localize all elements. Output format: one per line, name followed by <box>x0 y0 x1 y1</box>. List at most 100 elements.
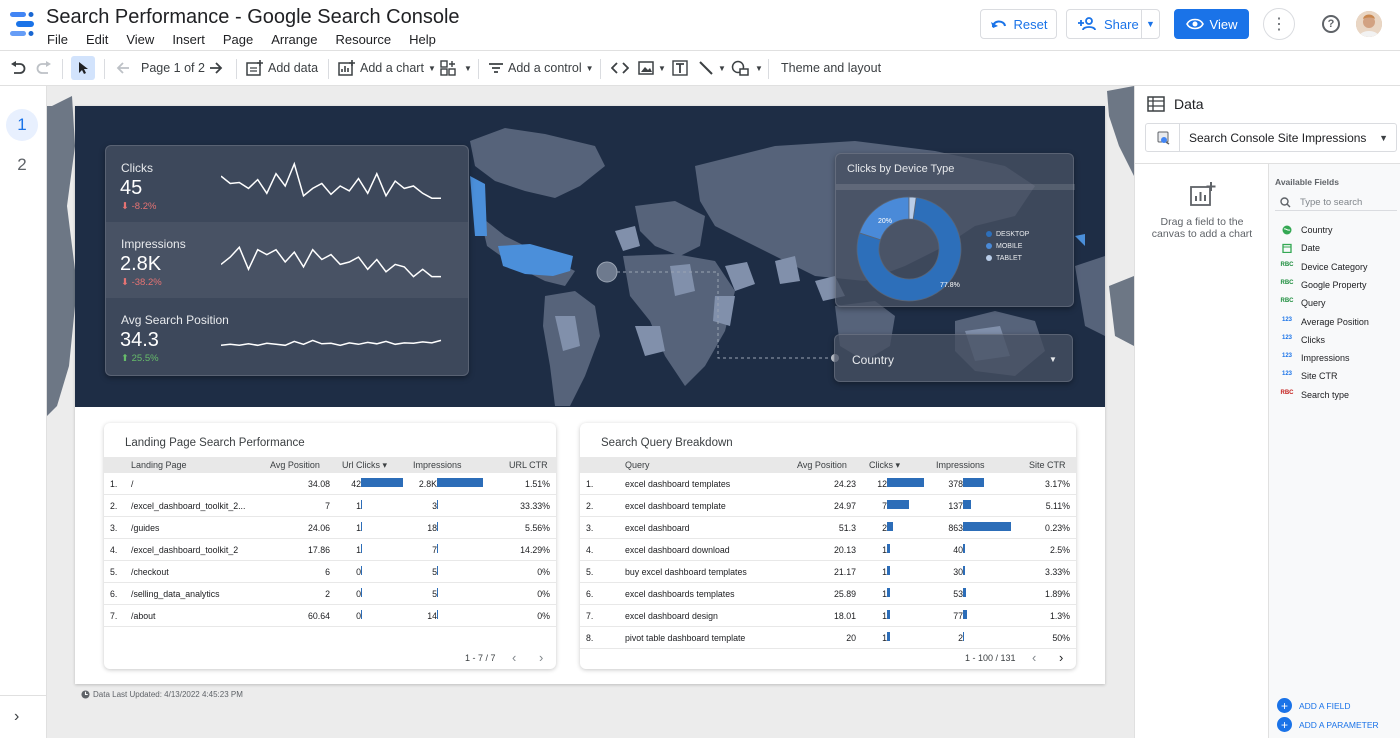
row-label: excel dashboard design <box>625 611 718 621</box>
table-row[interactable]: 3./guides 24.06 1 18 5.56% <box>104 517 556 539</box>
device-type-chart-panel[interactable]: Clicks by Device Type 77.8% 20% DESKTOP M… <box>835 153 1075 307</box>
share-dropdown-arrow-icon[interactable]: ▼ <box>1141 10 1159 38</box>
avatar[interactable] <box>1356 11 1382 37</box>
more-options-button[interactable]: ⋮ <box>1263 8 1295 40</box>
column-header[interactable]: URL CTR <box>509 460 548 470</box>
add-data-button[interactable]: Add data <box>246 51 318 85</box>
column-header[interactable]: Avg Position <box>797 460 847 470</box>
menu-edit[interactable]: Edit <box>86 32 108 47</box>
table-row[interactable]: 8. pivot table dashboard template 20 1 2 50% <box>580 627 1076 649</box>
mobile-percent-label: 20% <box>878 218 892 225</box>
impressions-bar <box>963 588 966 597</box>
next-page-icon[interactable]: › <box>539 650 543 665</box>
page-2-tab[interactable]: 2 <box>6 149 38 181</box>
impressions-bar <box>963 610 968 619</box>
table-row[interactable]: 1. excel dashboard templates 24.23 12 378 3.1… <box>580 473 1076 495</box>
kpi-scorecards-panel[interactable]: Clicks 45 ⬇ -8.2% Impressions 2.8K ⬇ -38… <box>105 145 469 376</box>
table-row[interactable]: 5. buy excel dashboard templates 21.17 1 30 3… <box>580 561 1076 583</box>
menu-view[interactable]: View <box>126 32 154 47</box>
field-item[interactable]: Date <box>1280 240 1400 256</box>
menu-resource[interactable]: Resource <box>335 32 391 47</box>
next-page-icon[interactable]: › <box>1059 650 1063 665</box>
menu-help[interactable]: Help <box>409 32 436 47</box>
field-item[interactable]: Country <box>1280 222 1400 238</box>
add-control-button[interactable]: Add a control ▼ <box>488 51 594 85</box>
field-item[interactable]: RBC Google Property <box>1280 277 1400 293</box>
column-header[interactable]: Landing Page <box>131 460 187 470</box>
menu-file[interactable]: File <box>47 32 68 47</box>
share-button[interactable]: Share ▼ <box>1066 9 1160 39</box>
embed-code-icon[interactable] <box>611 51 629 85</box>
table-row[interactable]: 3. excel dashboard 51.3 2 863 0.23% <box>580 517 1076 539</box>
ctr-cell: 1.51% <box>525 479 550 489</box>
field-item[interactable]: 123 Impressions <box>1280 350 1400 366</box>
chevron-right-icon[interactable]: › <box>14 708 19 726</box>
field-item[interactable]: RBC Device Category <box>1280 259 1400 275</box>
column-header[interactable]: Impressions <box>413 460 462 470</box>
help-icon[interactable]: ? <box>1322 15 1340 33</box>
column-header[interactable]: Avg Position <box>270 460 320 470</box>
next-page-icon[interactable] <box>208 51 224 85</box>
table-row[interactable]: 6./selling_data_analytics 2 0 5 0% <box>104 583 556 605</box>
field-item[interactable]: 123 Average Position <box>1280 314 1400 330</box>
kpi-clicks[interactable]: Clicks 45 ⬇ -8.2% <box>106 146 468 222</box>
column-header[interactable]: Site CTR <box>1029 460 1066 470</box>
document-title[interactable]: Search Performance - Google Search Conso… <box>46 6 460 29</box>
line-icon[interactable]: ▼ <box>698 51 726 85</box>
theme-layout-button[interactable]: Theme and layout <box>781 51 881 85</box>
legend-tablet: TABLET <box>986 253 1029 265</box>
device-donut-chart[interactable]: 77.8% 20% <box>854 194 974 304</box>
landing-page-table[interactable]: Landing Page Search Performance Landing … <box>104 423 556 669</box>
add-field-button[interactable]: + ADD A FIELD <box>1277 698 1351 713</box>
number-type-icon: 123 <box>1281 371 1292 378</box>
page-1-tab[interactable]: 1 <box>6 109 38 141</box>
menu-arrange[interactable]: Arrange <box>271 32 317 47</box>
dropdown-arrow-icon: ▼ <box>1049 355 1057 364</box>
kpi-impressions[interactable]: Impressions 2.8K ⬇ -38.2% <box>106 222 468 298</box>
table-row[interactable]: 2./excel_dashboard_toolkit_2... 7 1 3 33.33% <box>104 495 556 517</box>
previous-page-icon[interactable]: ‹ <box>1032 650 1036 665</box>
table-row[interactable]: 1. / 34.08 42 2.8K 1.51% <box>104 473 556 495</box>
select-tool-icon[interactable] <box>71 56 95 80</box>
chart-drop-zone[interactable]: Drag a field to the canvas to add a char… <box>1135 163 1268 738</box>
redo-icon[interactable] <box>36 51 52 85</box>
table-row[interactable]: 4. excel dashboard download 20.13 1 40 2.5% <box>580 539 1076 561</box>
column-header[interactable]: Query <box>625 460 650 470</box>
table-row[interactable]: 2. excel dashboard template 24.97 7 137 5.11% <box>580 495 1076 517</box>
row-label: /guides <box>131 523 160 533</box>
view-button[interactable]: View <box>1174 9 1249 39</box>
column-header[interactable]: Url Clicks ▾ <box>342 460 387 471</box>
previous-page-icon[interactable] <box>115 51 131 85</box>
undo-icon[interactable] <box>10 51 26 85</box>
previous-page-icon[interactable]: ‹ <box>512 650 516 665</box>
menu-insert[interactable]: Insert <box>172 32 205 47</box>
add-parameter-button[interactable]: + ADD A PARAMETER <box>1277 717 1379 732</box>
field-item[interactable]: 123 Clicks <box>1280 332 1400 348</box>
field-item[interactable]: 123 Site CTR <box>1280 368 1400 384</box>
menu-page[interactable]: Page <box>223 32 253 47</box>
page-indicator[interactable]: Page 1 of 2 <box>141 51 205 85</box>
table-row[interactable]: 5./checkout 6 0 5 0% <box>104 561 556 583</box>
shape-icon[interactable]: ▼ <box>731 51 763 85</box>
community-visualizations-icon[interactable]: ▼ <box>440 51 472 85</box>
data-source-selector[interactable]: Search Console Site Impressions ▼ <box>1145 123 1397 152</box>
avg-position-cell: 20 <box>846 633 856 643</box>
field-search-input[interactable]: Type to search <box>1275 194 1397 211</box>
kpi-avg-position[interactable]: Avg Search Position 34.3 ⬆ 25.5% <box>106 298 468 374</box>
search-query-table[interactable]: Search Query Breakdown Query Avg Positio… <box>580 423 1076 669</box>
country-filter-control[interactable]: Country ▼ <box>834 334 1073 382</box>
row-index: 4. <box>586 545 594 555</box>
column-header[interactable]: Clicks ▾ <box>869 460 900 471</box>
table-row[interactable]: 7. excel dashboard design 18.01 1 77 1.3% <box>580 605 1076 627</box>
table-row[interactable]: 6. excel dashboards templates 25.89 1 53 1.89… <box>580 583 1076 605</box>
column-header[interactable]: Impressions <box>936 460 985 470</box>
image-icon[interactable]: ▼ <box>638 51 666 85</box>
table-row[interactable]: 7./about 60.64 0 14 0% <box>104 605 556 627</box>
field-item[interactable]: RBC Search type <box>1280 387 1400 403</box>
field-item[interactable]: RBC Query <box>1280 295 1400 311</box>
add-chart-button[interactable]: Add a chart ▼ <box>338 51 436 85</box>
text-box-icon[interactable] <box>672 51 688 85</box>
table-row[interactable]: 4./excel_dashboard_toolkit_2 17.86 1 7 14.29… <box>104 539 556 561</box>
report-canvas-area[interactable]: Clicks 45 ⬇ -8.2% Impressions 2.8K ⬇ -38… <box>47 86 1134 738</box>
reset-button[interactable]: Reset <box>980 9 1057 39</box>
